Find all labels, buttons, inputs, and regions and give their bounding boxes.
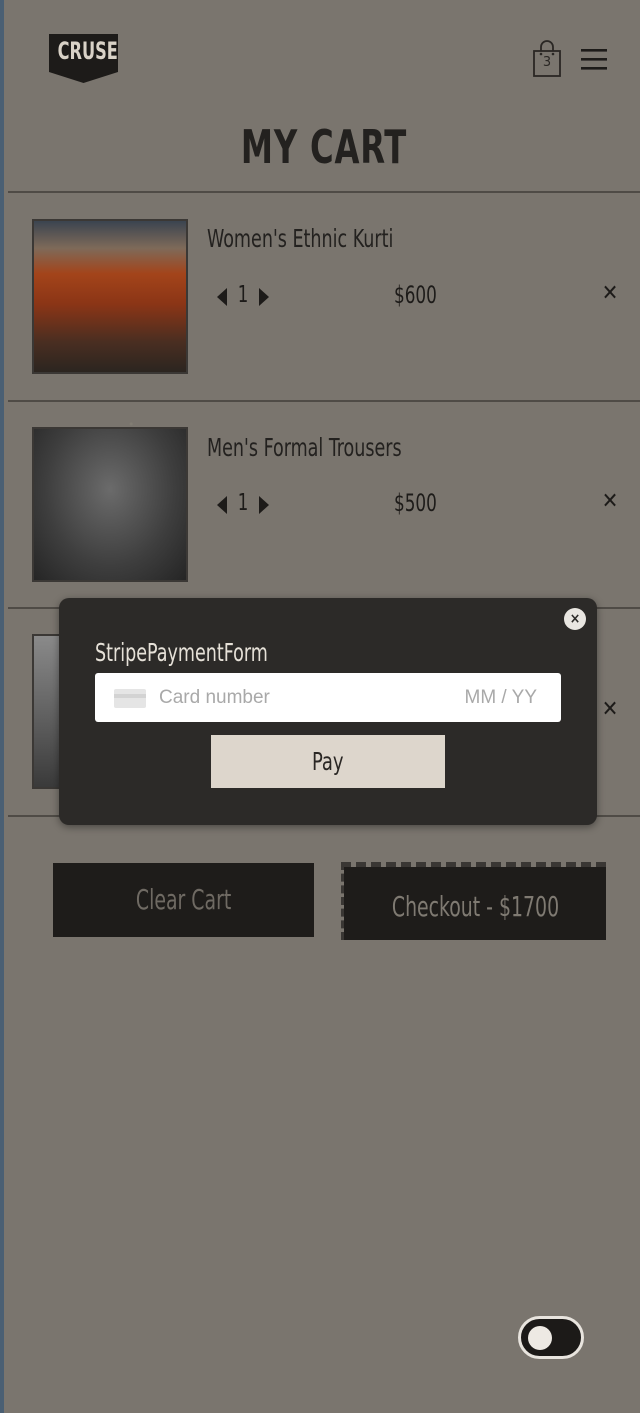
quantity-stepper: 1: [214, 282, 274, 312]
divider: [8, 400, 640, 402]
payment-modal: × StripePaymentForm Pay: [59, 598, 597, 825]
product-image[interactable]: [32, 219, 188, 374]
product-name[interactable]: Men's Formal Trousers: [207, 433, 402, 462]
app-container: CRUSE 3 MY CART Women's Ethnic Kurti 1 $…: [0, 0, 640, 1413]
remove-item-icon[interactable]: ✕: [600, 281, 620, 306]
hamburger-menu-icon[interactable]: [579, 46, 609, 74]
decrease-arrow-icon[interactable]: [217, 288, 227, 306]
page-title: MY CART: [240, 120, 408, 174]
theme-toggle[interactable]: [518, 1316, 584, 1359]
remove-item-icon[interactable]: ✕: [600, 489, 620, 514]
cart-count-badge: 3: [542, 55, 552, 70]
logo-text: CRUSE: [57, 37, 118, 65]
card-number-input[interactable]: [157, 683, 421, 713]
checkout-button[interactable]: Checkout - $1700: [344, 867, 606, 940]
remove-item-icon[interactable]: ✕: [600, 697, 620, 722]
brand-logo[interactable]: CRUSE: [49, 34, 118, 84]
payment-form-title: StripePaymentForm: [95, 638, 268, 667]
toggle-knob: [528, 1326, 552, 1350]
expiry-input[interactable]: [435, 683, 539, 713]
quantity-value: 1: [237, 490, 249, 516]
product-price: $600: [394, 281, 437, 309]
divider: [8, 191, 640, 193]
credit-card-icon: [114, 689, 146, 708]
clear-cart-button[interactable]: Clear Cart: [53, 863, 314, 937]
pay-button-label: Pay: [312, 747, 344, 776]
close-icon[interactable]: ×: [564, 608, 586, 630]
checkout-label: Checkout - $1700: [391, 890, 559, 923]
product-image[interactable]: [32, 427, 188, 582]
increase-arrow-icon[interactable]: [259, 288, 269, 306]
decrease-arrow-icon[interactable]: [217, 496, 227, 514]
clear-cart-label: Clear Cart: [135, 883, 232, 916]
increase-arrow-icon[interactable]: [259, 496, 269, 514]
product-name[interactable]: Women's Ethnic Kurti: [207, 224, 393, 253]
card-field: [95, 673, 561, 722]
product-price: $500: [394, 489, 437, 517]
quantity-value: 1: [237, 282, 249, 308]
shopping-bag-icon[interactable]: 3: [531, 39, 563, 79]
quantity-stepper: 1: [214, 490, 274, 520]
pay-button[interactable]: Pay: [211, 735, 445, 788]
